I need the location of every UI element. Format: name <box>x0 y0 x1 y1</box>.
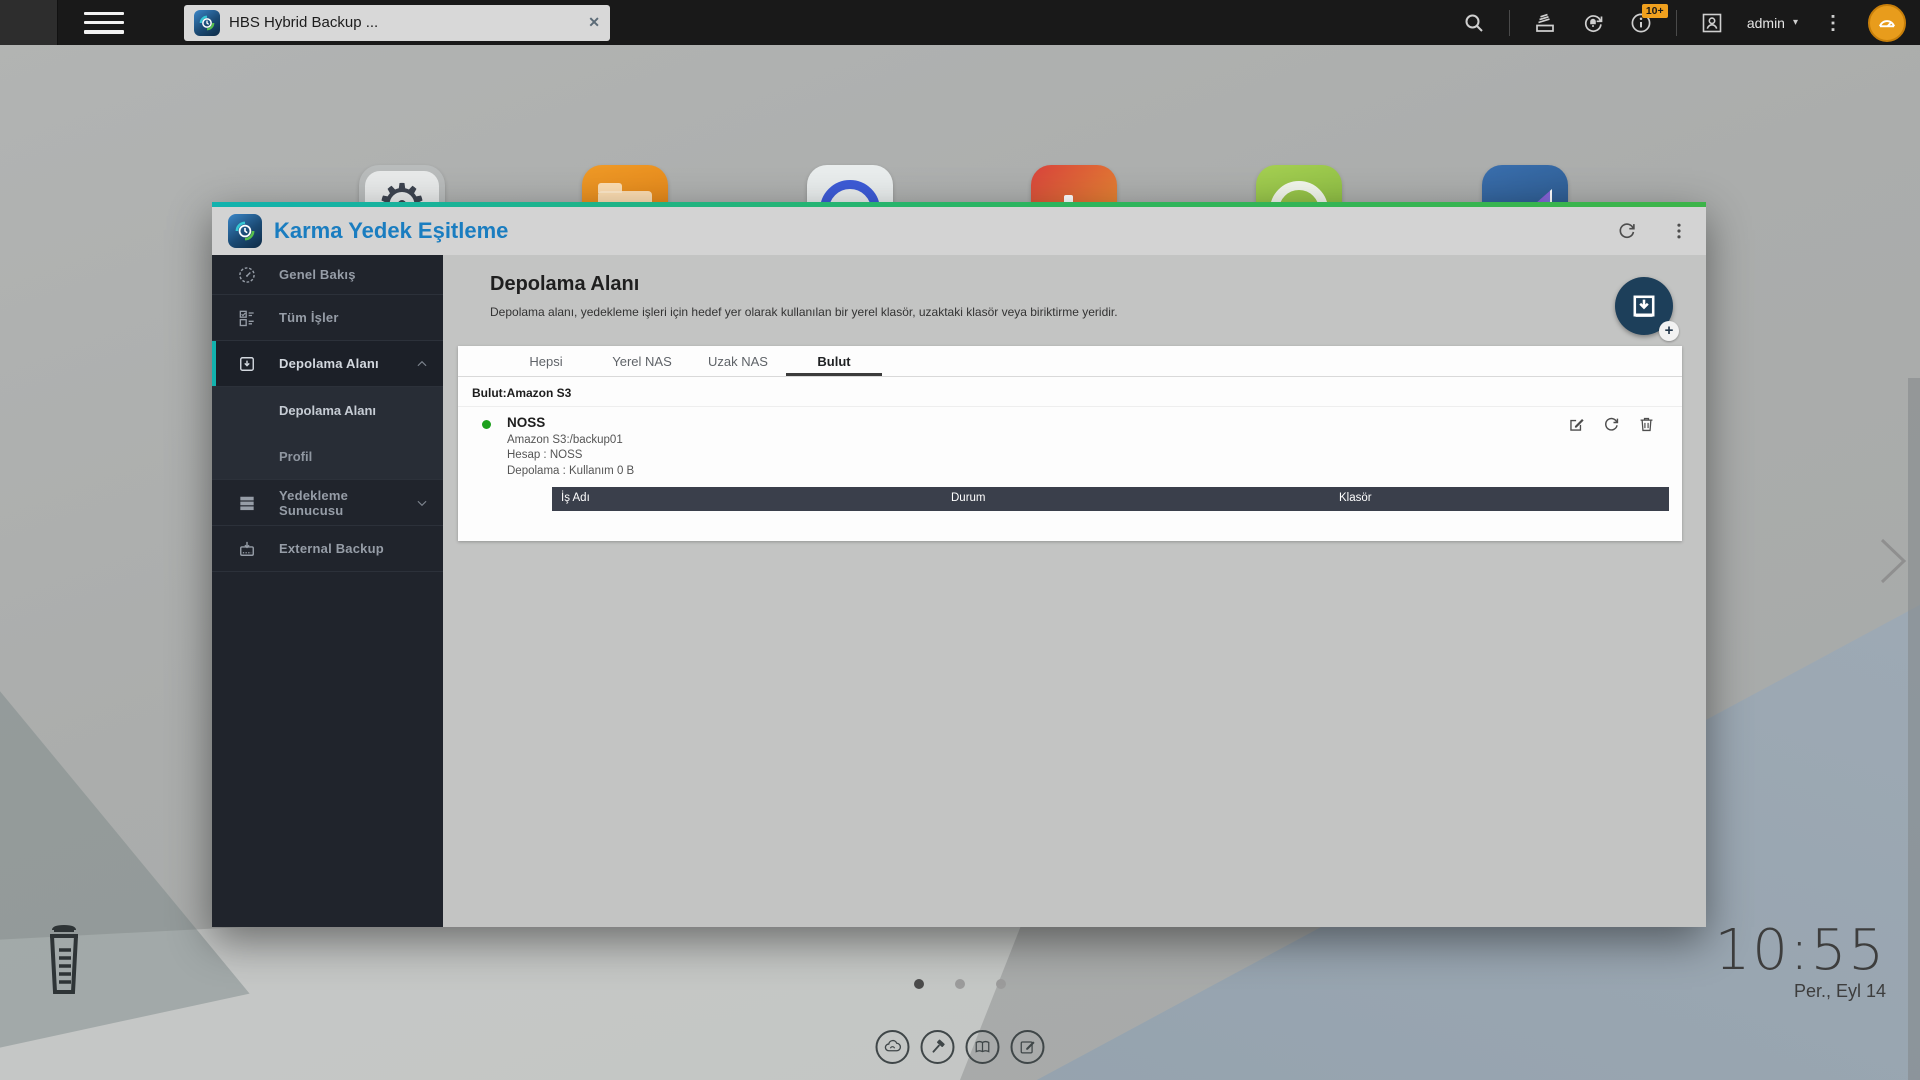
window-more-menu-button[interactable] <box>1668 220 1690 242</box>
desktop-dock <box>876 1030 1045 1064</box>
desktop-date: Per., Eyl 14 <box>1794 981 1886 1002</box>
close-icon[interactable]: ✕ <box>588 14 600 31</box>
topbar-actions: 10+ admin ▾ <box>1461 4 1920 42</box>
create-plus-badge: + <box>1659 321 1679 341</box>
storage-submenu: Depolama Alanı Profil <box>212 387 443 480</box>
topbar: HBS Hybrid Backup ... ✕ 10+ adm <box>0 0 1920 45</box>
background-tasks-icon[interactable] <box>1532 10 1558 36</box>
tab-bulut[interactable]: Bulut <box>786 348 882 376</box>
tab-hepsi[interactable]: Hepsi <box>498 348 594 376</box>
desktop: ⚙ <box>0 0 1920 1080</box>
user-menu[interactable]: admin ▾ <box>1747 15 1798 31</box>
notification-count-badge: 10+ <box>1642 4 1668 18</box>
column-status: Durum <box>951 492 986 504</box>
help-book-icon[interactable] <box>966 1030 1000 1064</box>
status-dot-online <box>482 420 491 429</box>
storage-entry-noss[interactable]: NOSS Amazon S3:/backup01 Hesap : NOSS De… <box>458 406 1682 515</box>
page-description: Depolama alanı, yedekleme işleri için he… <box>490 305 1118 319</box>
sidebar-item-label: External Backup <box>279 541 384 556</box>
sidebar-item-label: Genel Bakış <box>279 267 356 282</box>
recycle-bin-icon[interactable] <box>36 922 92 1005</box>
edit-icon[interactable] <box>1567 415 1586 434</box>
sidebar-item-tum-isler[interactable]: Tüm İşler <box>212 295 443 341</box>
user-icon[interactable] <box>1699 10 1725 36</box>
window-title: Karma Yedek Eşitleme <box>274 218 508 244</box>
desktop-pagination <box>914 979 1006 989</box>
next-page-arrow[interactable] <box>1876 536 1910 586</box>
username: admin <box>1747 15 1785 31</box>
dashboard-gauge-icon[interactable] <box>1868 4 1906 42</box>
sidebar-item-depolama-alani[interactable]: Depolama Alanı <box>212 341 443 387</box>
sidebar-item-yedekleme-sunucusu[interactable]: Yedekleme Sunucusu <box>212 480 443 526</box>
myqnapcloud-icon[interactable] <box>876 1030 910 1064</box>
desktop-clock: 10:55 <box>1715 918 1886 983</box>
storage-usage: Depolama : Kullanım 0 B <box>507 465 1682 477</box>
caret-down-icon: ▾ <box>1793 17 1798 28</box>
sidebar-item-label: Depolama Alanı <box>279 356 379 371</box>
submenu-item-profil[interactable]: Profil <box>212 433 443 479</box>
utilities-icon[interactable] <box>921 1030 955 1064</box>
page-dot-1[interactable] <box>914 979 924 989</box>
sidebar-item-label: Tüm İşler <box>279 310 339 325</box>
storage-space-icon <box>237 354 257 374</box>
divider <box>1509 10 1510 36</box>
storage-account: Hesap : NOSS <box>507 449 1682 461</box>
topbar-corner <box>0 0 58 45</box>
main-content: Depolama Alanı Depolama alanı, yedekleme… <box>443 255 1706 927</box>
refresh-icon[interactable] <box>1602 415 1621 434</box>
overview-gauge-icon <box>237 265 257 285</box>
sidebar-item-label: Yedekleme Sunucusu <box>279 488 415 518</box>
trash-icon[interactable] <box>1637 415 1656 434</box>
window-actions <box>1616 220 1690 242</box>
storage-card: Hepsi Yerel NAS Uzak NAS Bulut Bulut:Ama… <box>458 346 1682 541</box>
entry-actions <box>1567 415 1656 434</box>
more-options-icon[interactable] <box>1820 10 1846 36</box>
chevron-down-icon <box>415 496 429 510</box>
external-backup-icon <box>237 539 257 559</box>
page-dot-3[interactable] <box>996 979 1006 989</box>
tab-yerel-nas[interactable]: Yerel NAS <box>594 348 690 376</box>
window-titlebar: Karma Yedek Eşitleme <box>212 207 1706 255</box>
search-icon[interactable] <box>1461 10 1487 36</box>
page-dot-2[interactable] <box>955 979 965 989</box>
submenu-item-depolama-alani[interactable]: Depolama Alanı <box>212 387 443 433</box>
chevron-up-icon <box>415 357 429 371</box>
tab-uzak-nas[interactable]: Uzak NAS <box>690 348 786 376</box>
feedback-icon[interactable] <box>1011 1030 1045 1064</box>
divider <box>1676 10 1677 36</box>
column-folder: Klasör <box>1339 492 1372 504</box>
notification-sync-icon[interactable] <box>1580 10 1606 36</box>
hbs-window: Karma Yedek Eşitleme Genel Bakış <box>212 202 1706 927</box>
sidebar-item-external-backup[interactable]: External Backup <box>212 526 443 572</box>
storage-tabs: Hepsi Yerel NAS Uzak NAS Bulut <box>458 346 1682 377</box>
main-menu-icon[interactable] <box>84 12 124 34</box>
task-list-icon <box>237 308 257 328</box>
hbs-app-icon <box>228 214 262 248</box>
open-app-tab[interactable]: HBS Hybrid Backup ... ✕ <box>184 5 610 41</box>
sidebar-item-genel-bakis[interactable]: Genel Bakış <box>212 255 443 295</box>
group-label: Bulut:Amazon S3 <box>472 386 1682 400</box>
hbs-app-icon <box>194 10 220 36</box>
page-title: Depolama Alanı <box>490 273 639 296</box>
info-icon[interactable]: 10+ <box>1628 10 1654 36</box>
sidebar: Genel Bakış Tüm İşler Depolama Alanı <box>212 255 443 927</box>
storage-path: Amazon S3:/backup01 <box>507 434 1682 446</box>
jobs-table-header: İş Adı Durum Klasör <box>552 487 1669 511</box>
app-tab-title: HBS Hybrid Backup ... <box>229 14 580 31</box>
window-refresh-button[interactable] <box>1616 220 1638 242</box>
storage-name: NOSS <box>507 415 1682 430</box>
column-job-name: İş Adı <box>561 492 590 504</box>
screen-edge-strip <box>1908 378 1920 1080</box>
backup-server-icon <box>237 493 257 513</box>
